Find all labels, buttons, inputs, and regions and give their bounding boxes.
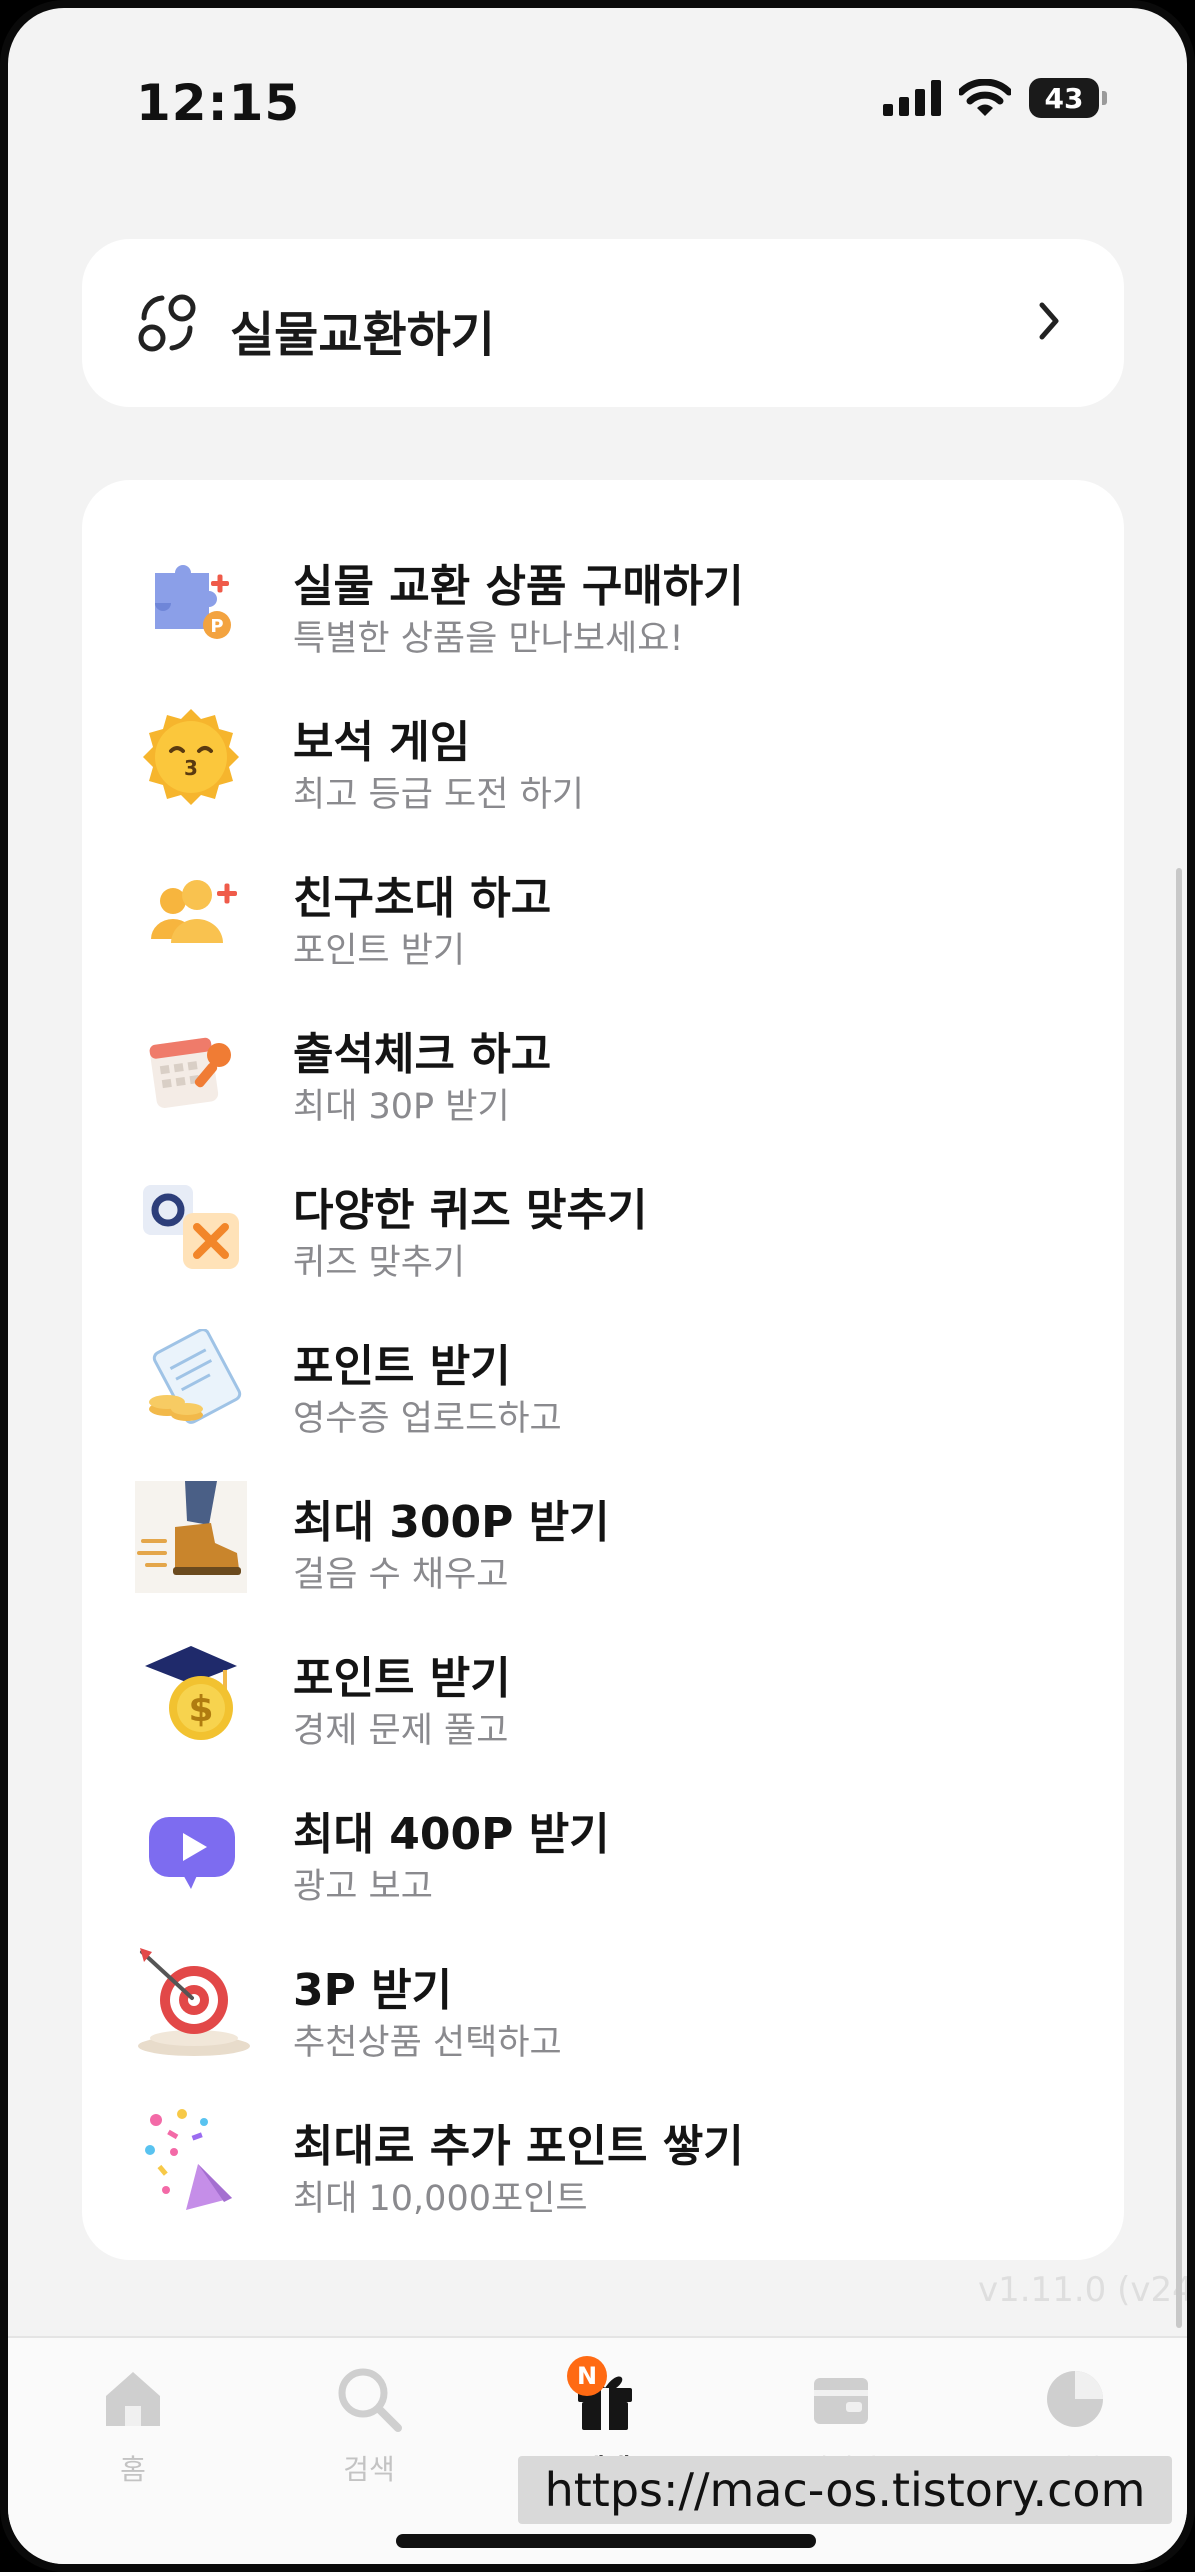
cellular-signal-icon — [883, 80, 941, 116]
phone-screen: 12:15 43 실물교환하기 P 실물 교환 상품 구매하기 특별한 상품을 … — [0, 0, 1195, 2572]
item-subtitle: 추천상품 선택하고 — [293, 2023, 562, 2063]
receipt-coins-icon — [132, 1322, 250, 1440]
tab-search[interactable]: 검색 — [299, 2356, 439, 2506]
cookie-face-icon: 3 — [132, 698, 250, 816]
list-item-invite-friends[interactable]: 친구초대 하고 포인트 받기 — [82, 842, 1124, 998]
exchange-icon — [138, 294, 196, 352]
list-item-attendance[interactable]: 출석체크 하고 최대 30P 받기 — [82, 998, 1124, 1154]
svg-text:3: 3 — [184, 756, 198, 780]
item-subtitle: 포인트 받기 — [293, 931, 466, 971]
list-item-receipt[interactable]: 포인트 받기 영수증 업로드하고 — [82, 1310, 1124, 1466]
battery-indicator: 43 — [1029, 78, 1107, 118]
version-label: v1.11.0 (v245 — [978, 2270, 1195, 2310]
scrollbar[interactable] — [1176, 868, 1182, 2328]
home-indicator[interactable] — [396, 2534, 816, 2548]
item-title: 포인트 받기 — [293, 1653, 511, 1704]
pie-chart-icon — [1047, 2371, 1103, 2427]
benefit-list: P 실물 교환 상품 구매하기 특별한 상품을 만나보세요! 3 보석 게임 최… — [82, 480, 1124, 2260]
item-title: 3P 받기 — [293, 1965, 453, 2016]
item-subtitle: 퀴즈 맞추기 — [293, 1243, 466, 1283]
item-title: 최대 400P 받기 — [293, 1809, 610, 1860]
item-title: 출석체크 하고 — [293, 1029, 552, 1080]
home-icon — [106, 2372, 160, 2426]
list-item-economy-quiz[interactable]: $ 포인트 받기 경제 문제 풀고 — [82, 1622, 1124, 1778]
svg-text:P: P — [210, 616, 223, 637]
tab-home[interactable]: 홈 — [63, 2356, 203, 2506]
item-subtitle: 영수증 업로드하고 — [293, 1399, 562, 1439]
chevron-right-icon — [1039, 302, 1059, 340]
search-icon — [338, 2368, 402, 2432]
list-item-extra-points[interactable]: 최대로 추가 포인트 쌓기 최대 10,000포인트 — [82, 2090, 1124, 2246]
status-time: 12:15 — [136, 74, 301, 132]
watermark-url: https://mac-os.tistory.com — [518, 2456, 1172, 2524]
list-item-product-purchase[interactable]: P 실물 교환 상품 구매하기 특별한 상품을 만나보세요! — [82, 530, 1124, 686]
friends-plus-icon — [132, 854, 250, 972]
item-title: 친구초대 하고 — [293, 873, 552, 924]
walking-shoe-icon — [132, 1478, 250, 1596]
exchange-card[interactable]: 실물교환하기 — [82, 239, 1124, 407]
item-title: 다양한 퀴즈 맞추기 — [293, 1185, 648, 1236]
calendar-pin-icon — [132, 1010, 250, 1128]
party-popper-icon — [132, 2102, 250, 2220]
item-subtitle: 최고 등급 도전 하기 — [293, 775, 584, 815]
ox-quiz-icon — [132, 1166, 250, 1284]
tab-label: 검색 — [343, 2453, 395, 2486]
puzzle-icon: P — [132, 542, 250, 660]
new-badge: N — [567, 2356, 607, 2396]
item-subtitle: 최대 10,000포인트 — [293, 2179, 588, 2219]
item-title: 보석 게임 — [293, 717, 471, 768]
item-subtitle: 특별한 상품을 만나보세요! — [293, 619, 684, 659]
exchange-title: 실물교환하기 — [230, 307, 495, 363]
tab-label: 홈 — [120, 2453, 146, 2486]
item-title: 최대 300P 받기 — [293, 1497, 610, 1548]
item-subtitle: 걸음 수 채우고 — [293, 1555, 509, 1595]
item-subtitle: 광고 보고 — [293, 1867, 433, 1907]
wallet-icon — [814, 2378, 868, 2424]
list-item-quiz[interactable]: 다양한 퀴즈 맞추기 퀴즈 맞추기 — [82, 1154, 1124, 1310]
video-play-icon — [132, 1790, 250, 1908]
item-title: 포인트 받기 — [293, 1341, 511, 1392]
list-item-gem-game[interactable]: 3 보석 게임 최고 등급 도전 하기 — [82, 686, 1124, 842]
item-title: 실물 교환 상품 구매하기 — [293, 561, 744, 612]
status-bar: 12:15 43 — [8, 8, 1187, 198]
status-icons: 43 — [883, 78, 1107, 118]
list-item-recommend[interactable]: 3P 받기 추천상품 선택하고 — [82, 1934, 1124, 2090]
svg-text:$: $ — [188, 1689, 213, 1730]
item-subtitle: 경제 문제 풀고 — [293, 1711, 509, 1751]
item-subtitle: 최대 30P 받기 — [293, 1087, 510, 1127]
item-title: 최대로 추가 포인트 쌓기 — [293, 2121, 744, 2172]
graduation-coin-icon: $ — [132, 1634, 250, 1752]
wifi-icon — [959, 79, 1011, 116]
list-item-steps[interactable]: 최대 300P 받기 걸음 수 채우고 — [82, 1466, 1124, 1622]
target-dart-icon — [132, 1946, 250, 2064]
list-item-watch-ad[interactable]: 최대 400P 받기 광고 보고 — [82, 1778, 1124, 1934]
